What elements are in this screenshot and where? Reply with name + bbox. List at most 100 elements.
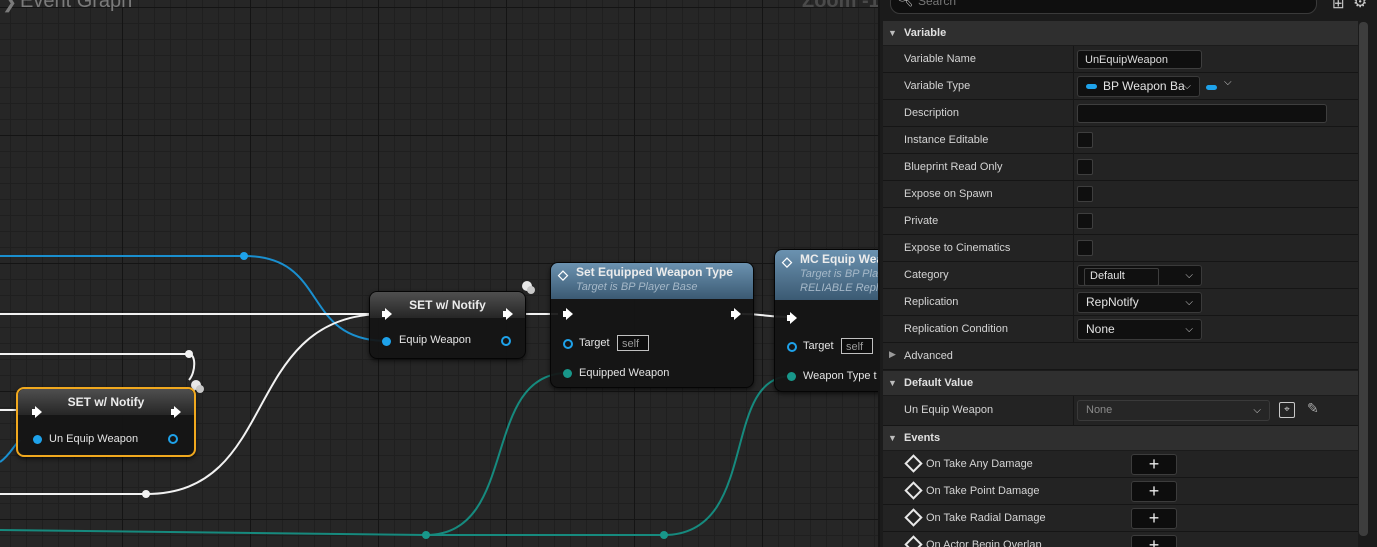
- replication-condition-dropdown[interactable]: None ⌵: [1077, 319, 1202, 340]
- variable-name-field[interactable]: UnEquipWeapon: [1077, 50, 1202, 69]
- wire-reroute-knot: [660, 531, 668, 539]
- exec-output-pin[interactable]: [731, 308, 741, 320]
- column-divider: [1073, 73, 1074, 100]
- variable-section-header[interactable]: ▼ Variable: [883, 21, 1358, 45]
- default-value-dropdown[interactable]: None ⌵: [1077, 400, 1270, 421]
- events-section-header[interactable]: ▼ Events: [883, 426, 1358, 450]
- category-row: Category Default ⌵: [883, 262, 1358, 289]
- variable-type-dropdown[interactable]: BP Weapon Ba ⌵: [1077, 76, 1200, 97]
- equip-weapon-input-pin[interactable]: [382, 337, 391, 346]
- default-value-row: Un Equip Weapon None ⌵ ⌖ ✎: [883, 396, 1358, 426]
- blueprint-read-only-checkbox[interactable]: [1077, 159, 1093, 175]
- details-scrollbar[interactable]: [1359, 22, 1368, 536]
- chevron-down-icon: ⌵: [1183, 81, 1191, 92]
- eyedropper-icon[interactable]: ✎: [1307, 400, 1319, 417]
- chevron-down-icon: ⌵: [1185, 270, 1193, 281]
- private-label: Private: [904, 215, 939, 227]
- set-equipped-weapon-type-node[interactable]: ◇ Set Equipped Weapon Type Target is BP …: [550, 262, 754, 388]
- event-graph-canvas[interactable]: ❯ Event Graph Zoom -1 SET w/ Notify Equi…: [0, 0, 878, 547]
- exec-input-pin[interactable]: [787, 312, 797, 324]
- event-row: On Take Point Damage +: [883, 478, 1358, 505]
- expose-to-cinematics-checkbox[interactable]: [1077, 240, 1093, 256]
- set-notify-unequip-weapon-node[interactable]: SET w/ Notify Un Equip Weapon: [16, 387, 196, 457]
- variable-type-label: Variable Type: [904, 80, 971, 92]
- wire-reroute-knot: [422, 531, 430, 539]
- expose-on-spawn-label: Expose on Spawn: [904, 188, 993, 200]
- instance-editable-checkbox[interactable]: [1077, 132, 1093, 148]
- replication-condition-value: None: [1086, 322, 1115, 336]
- event-row: On Take Any Damage +: [883, 451, 1358, 478]
- pin-label: Equipped Weapon: [579, 367, 670, 379]
- gear-icon[interactable]: ⚙: [1353, 0, 1367, 12]
- expand-triangle-icon: ▶: [889, 349, 896, 359]
- object-type-pill-icon: [1086, 84, 1097, 90]
- search-icon: 🔍︎: [896, 0, 914, 8]
- default-value-value: None: [1086, 404, 1113, 416]
- event-label: On Actor Begin Overlap: [926, 539, 1042, 547]
- equipped-weapon-input-pin[interactable]: [563, 369, 572, 378]
- chevron-down-icon: ⌵: [1185, 324, 1193, 335]
- advanced-row[interactable]: ▶ Advanced: [883, 343, 1358, 370]
- target-self-field[interactable]: self: [841, 338, 873, 354]
- column-divider: [1073, 100, 1074, 127]
- category-field[interactable]: Default: [1084, 268, 1159, 285]
- column-divider: [1073, 46, 1074, 73]
- unequip-weapon-output-pin[interactable]: [168, 434, 178, 444]
- enum-wire: [0, 529, 664, 536]
- enum-wire: [425, 372, 567, 536]
- column-divider: [1073, 235, 1074, 262]
- description-field[interactable]: [1077, 104, 1327, 123]
- default-value-section-header[interactable]: ▼ Default Value: [883, 371, 1358, 395]
- node-title: Set Equipped Weapon Type: [576, 265, 733, 279]
- exec-output-pin[interactable]: [503, 308, 513, 320]
- browse-asset-icon[interactable]: ⌖: [1279, 402, 1295, 418]
- expose-on-spawn-checkbox[interactable]: [1077, 186, 1093, 202]
- add-event-button[interactable]: +: [1131, 481, 1177, 502]
- target-input-pin[interactable]: [787, 342, 797, 352]
- category-dropdown[interactable]: Default ⌵: [1077, 265, 1202, 286]
- replication-condition-row: Replication Condition None ⌵: [883, 316, 1358, 343]
- default-value-label: Un Equip Weapon: [904, 404, 994, 416]
- column-divider: [1073, 262, 1074, 289]
- grid-view-icon[interactable]: ⊞: [1332, 0, 1345, 12]
- expose-to-cinematics-row: Expose to Cinematics: [883, 235, 1358, 262]
- exec-input-pin[interactable]: [32, 406, 42, 418]
- add-event-button[interactable]: +: [1131, 454, 1177, 475]
- unequip-weapon-input-pin[interactable]: [33, 435, 42, 444]
- node-subtitle: Target is BP Pla: [800, 268, 878, 280]
- event-diamond-icon: [904, 535, 923, 547]
- single-container-pill-icon: [1206, 85, 1217, 91]
- container-type-dropdown[interactable]: ⌵: [1206, 77, 1238, 95]
- event-diamond-icon: [904, 481, 923, 500]
- node-subtitle: RELIABLE Repli: [800, 282, 878, 294]
- column-divider: [1073, 208, 1074, 235]
- event-diamond-icon: [904, 508, 923, 527]
- wire-reroute-knot: [240, 252, 248, 260]
- event-row: On Actor Begin Overlap +: [883, 532, 1358, 547]
- pin-label: Weapon Type t: [803, 370, 877, 382]
- exec-output-pin[interactable]: [171, 406, 181, 418]
- mc-equip-weapon-node[interactable]: ◇ MC Equip Wea Target is BP Pla RELIABLE…: [774, 249, 878, 392]
- equip-weapon-output-pin[interactable]: [501, 336, 511, 346]
- add-event-button[interactable]: +: [1131, 535, 1177, 547]
- replication-label: Replication: [904, 296, 959, 308]
- target-self-field[interactable]: self: [617, 335, 649, 351]
- target-input-pin[interactable]: [563, 339, 573, 349]
- add-event-button[interactable]: +: [1131, 508, 1177, 529]
- event-label: On Take Point Damage: [926, 485, 1040, 497]
- expand-triangle-icon: ▼: [888, 433, 897, 443]
- section-label: Variable: [904, 27, 947, 39]
- node-title: MC Equip Wea: [800, 252, 878, 266]
- private-checkbox[interactable]: [1077, 213, 1093, 229]
- exec-input-pin[interactable]: [563, 308, 573, 320]
- function-icon: ◇: [558, 267, 568, 282]
- object-wire: [0, 255, 387, 342]
- weapon-type-input-pin[interactable]: [787, 372, 796, 381]
- exec-input-pin[interactable]: [382, 308, 392, 320]
- exec-wire: [0, 353, 196, 381]
- column-divider: [1073, 289, 1074, 316]
- set-notify-equip-weapon-node[interactable]: SET w/ Notify Equip Weapon: [369, 291, 526, 359]
- replication-dropdown[interactable]: RepNotify ⌵: [1077, 292, 1202, 313]
- chevron-down-icon: ⌵: [1253, 405, 1261, 416]
- comment-bubble-icon: [196, 385, 204, 393]
